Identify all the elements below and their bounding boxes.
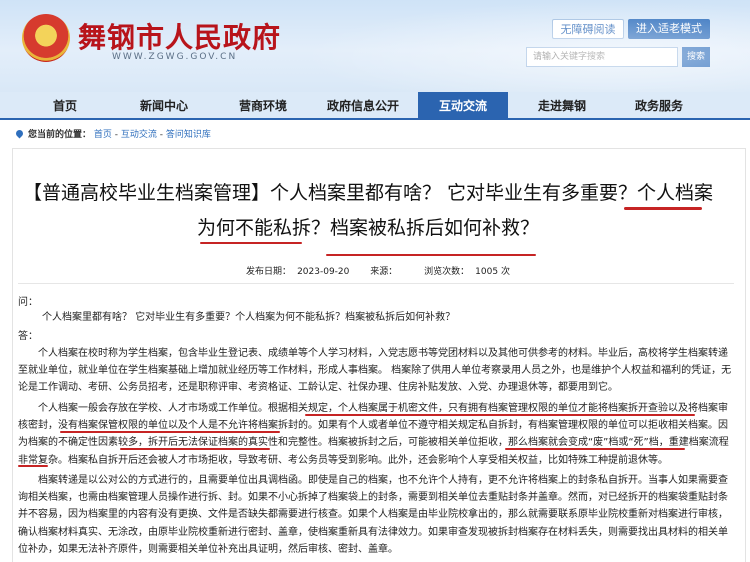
views-unit: 次 (500, 267, 510, 277)
main-nav: 首页 新闻中心 营商环境 政府信息公开 互动交流 走进舞钢 政务服务 (0, 92, 750, 120)
answer-label: 答： (18, 331, 38, 342)
red-underline-mark (60, 431, 280, 433)
meta-divider (18, 283, 734, 284)
breadcrumb-qa-knowledge[interactable]: 答问知识库 (166, 130, 211, 140)
views-label: 浏览次数： (424, 267, 470, 277)
red-underline-mark (326, 254, 536, 256)
elder-mode-button[interactable]: 进入适老模式 (628, 19, 710, 39)
article-title-line1: 【普通高校毕业生档案管理】个人档案里都有啥？ 它对毕业生有多重要？个人档案 (22, 182, 714, 204)
article-title: 【普通高校毕业生档案管理】个人档案里都有啥？ 它对毕业生有多重要？个人档案 为何… (18, 176, 718, 246)
breadcrumb-separator: - (111, 130, 121, 140)
red-underline-mark (18, 465, 48, 467)
article-meta: 发布日期： 2023-09-20 来源： 浏览次数： 1005 次 (0, 264, 750, 277)
site-domain: WWW.ZGWG.GOV.CN (112, 52, 238, 62)
breadcrumb: 您当前的位置： 首页 - 互动交流 - 答问知识库 (14, 127, 211, 140)
breadcrumb-separator: - (156, 130, 166, 140)
search-field[interactable] (526, 47, 678, 67)
breadcrumb-home[interactable]: 首页 (94, 130, 112, 140)
nav-item-services[interactable]: 政务服务 (614, 92, 704, 120)
site-title[interactable]: 舞钢市人民政府 (78, 16, 281, 56)
source-label: 来源： (370, 267, 398, 277)
publish-date-label: 发布日期： (246, 267, 292, 277)
accessibility-button[interactable]: 无障碍阅读 (552, 19, 624, 39)
search-button[interactable]: 搜索 (682, 47, 710, 67)
national-emblem-icon (22, 14, 70, 62)
red-underline-mark (200, 242, 302, 244)
answer-paragraph-3: 档案转递是以公对公的方式进行的，且需要单位出具调档函。即使是自己的档案，也不允许… (18, 475, 728, 555)
red-underline-mark (120, 448, 270, 450)
location-pin-icon (14, 128, 25, 139)
article-title-line2: 为何不能私拆？档案被私拆后如何补救？ (196, 217, 539, 239)
site-header: 舞钢市人民政府 WWW.ZGWG.GOV.CN 无障碍阅读 进入适老模式 搜索 (0, 0, 750, 92)
views-count: 1005 (475, 267, 499, 277)
red-underline-mark (624, 207, 702, 210)
search-input[interactable] (527, 48, 677, 66)
nav-item-home[interactable]: 首页 (20, 92, 110, 120)
red-underline-mark (505, 448, 685, 450)
nav-item-interaction[interactable]: 互动交流 (418, 92, 508, 120)
breadcrumb-interaction[interactable]: 互动交流 (121, 130, 157, 140)
answer-paragraph-2: 个人档案一般会存放在学校、人才市场或工作单位。根据相关规定，个人档案属于机密文件… (18, 403, 729, 466)
nav-item-about-wugang[interactable]: 走进舞钢 (517, 92, 607, 120)
nav-item-news[interactable]: 新闻中心 (119, 92, 209, 120)
breadcrumb-prefix: 您当前的位置： (28, 130, 92, 140)
question-text: 个人档案里都有啥？ 它对毕业生有多重要？个人档案为何不能私拆？档案被私拆后如何补… (42, 312, 456, 323)
question-label: 问： (18, 297, 38, 308)
nav-item-gov-info[interactable]: 政府信息公开 (318, 92, 408, 120)
red-underline-mark (305, 414, 695, 416)
answer-paragraph-1: 个人档案在校时称为学生档案，包含毕业生登记表、成绩单等个人学习材料，入党志愿书等… (18, 348, 732, 394)
nav-item-business[interactable]: 营商环境 (218, 92, 308, 120)
publish-date: 2023-09-20 (297, 267, 350, 277)
